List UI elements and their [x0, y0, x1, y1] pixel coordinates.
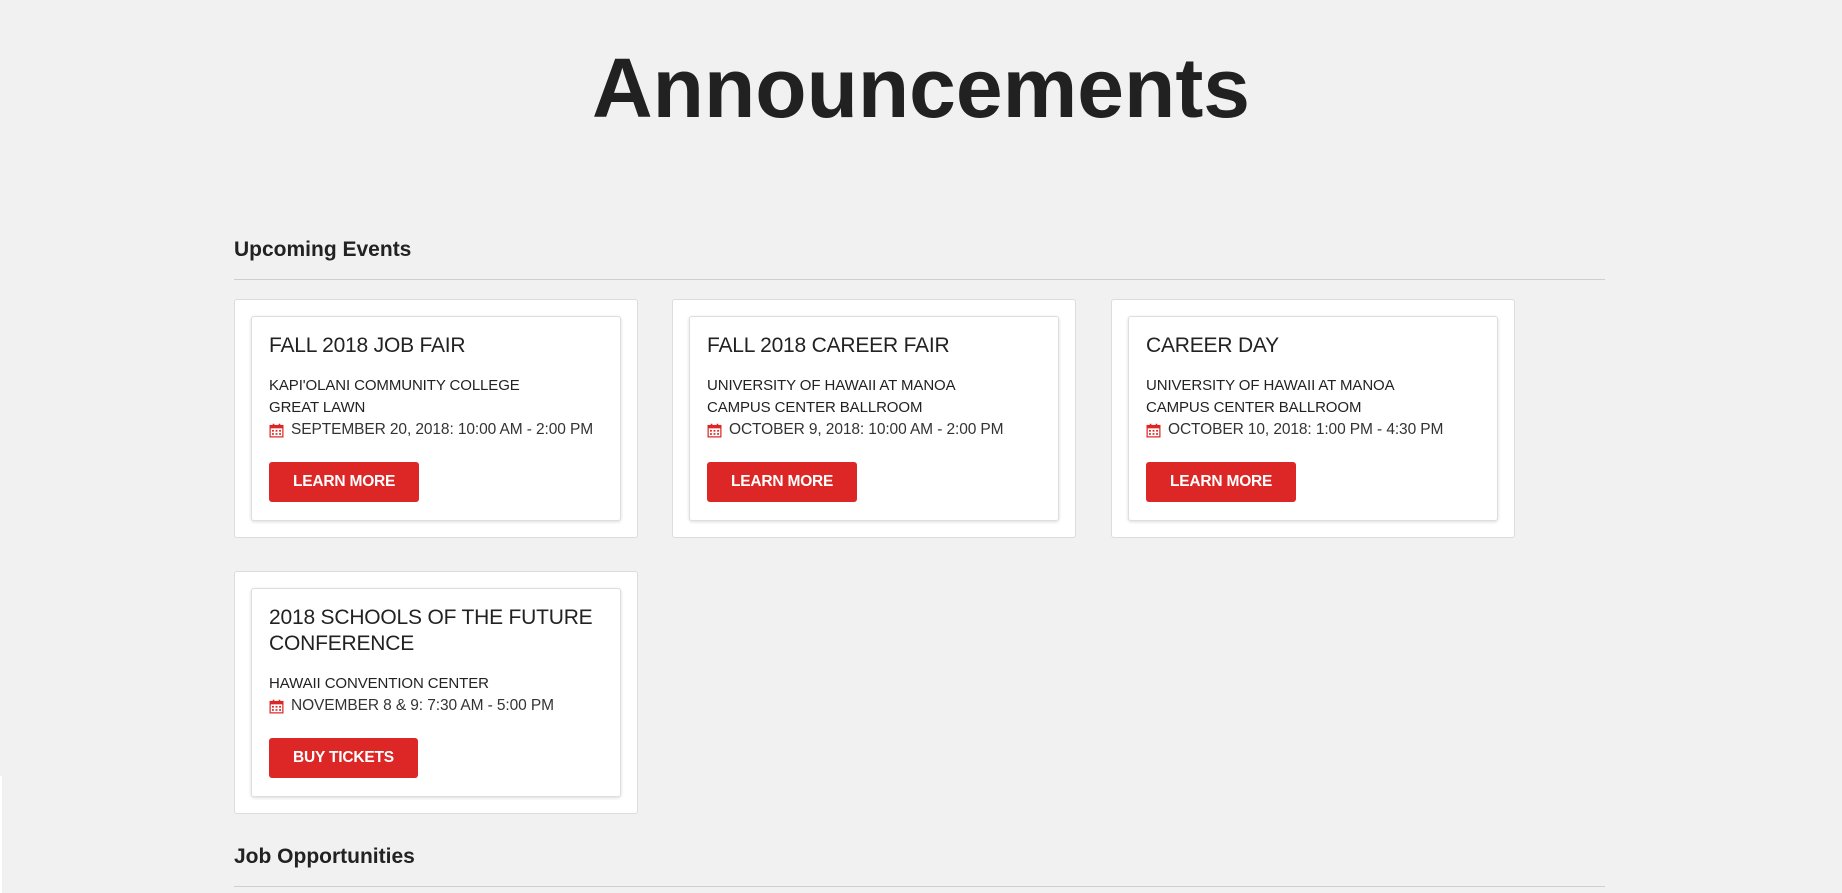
event-date-text: OCTOBER 9, 2018: 10:00 AM - 2:00 PM: [729, 421, 1004, 438]
event-card-fall-2018-job-fair: FALL 2018 JOB FAIR KAPI'OLANI COMMUNITY …: [234, 299, 638, 538]
event-date: SEPTEMBER 20, 2018: 10:00 AM - 2:00 PM: [269, 419, 604, 441]
upcoming-events-divider: [234, 279, 1605, 280]
event-venue-line: UNIVERSITY OF HAWAII AT MANOA: [1146, 377, 1395, 394]
event-card-fall-2018-career-fair: FALL 2018 CAREER FAIR UNIVERSITY OF HAWA…: [672, 299, 1076, 538]
event-venue: UNIVERSITY OF HAWAII AT MANOA CAMPUS CEN…: [1146, 375, 1481, 419]
learn-more-button[interactable]: LEARN MORE: [707, 462, 858, 502]
learn-more-button[interactable]: LEARN MORE: [1146, 462, 1297, 502]
event-venue: UNIVERSITY OF HAWAII AT MANOA CAMPUS CEN…: [707, 375, 1042, 419]
calendar-icon: [269, 699, 284, 713]
page-edge-strip: [0, 776, 2, 893]
buy-tickets-button[interactable]: BUY TICKETS: [269, 738, 418, 778]
calendar-icon: [707, 423, 722, 437]
learn-more-button[interactable]: LEARN MORE: [269, 462, 420, 502]
event-date-text: NOVEMBER 8 & 9: 7:30 AM - 5:00 PM: [291, 697, 554, 714]
event-venue-line: CAMPUS CENTER BALLROOM: [1146, 399, 1362, 416]
event-date-text: OCTOBER 10, 2018: 1:00 PM - 4:30 PM: [1168, 421, 1444, 438]
calendar-icon: [1146, 423, 1161, 437]
event-venue-line: GREAT LAWN: [269, 399, 366, 416]
event-title: 2018 SCHOOLS OF THE FUTURE CONFERENCE: [269, 606, 593, 655]
event-date: NOVEMBER 8 & 9: 7:30 AM - 5:00 PM: [269, 695, 604, 717]
job-opportunities-divider: [234, 886, 1605, 887]
event-card-content: CAREER DAY UNIVERSITY OF HAWAII AT MANOA…: [1128, 316, 1498, 521]
upcoming-events-heading: Upcoming Events: [234, 238, 412, 261]
event-venue-line: CAMPUS CENTER BALLROOM: [707, 399, 923, 416]
event-title: CAREER DAY: [1146, 334, 1279, 357]
event-venue-line: KAPI'OLANI COMMUNITY COLLEGE: [269, 377, 520, 394]
event-date: OCTOBER 9, 2018: 10:00 AM - 2:00 PM: [707, 419, 1042, 441]
event-title: FALL 2018 JOB FAIR: [269, 334, 466, 357]
event-card-content: FALL 2018 CAREER FAIR UNIVERSITY OF HAWA…: [689, 316, 1059, 521]
event-card-career-day: CAREER DAY UNIVERSITY OF HAWAII AT MANOA…: [1111, 299, 1515, 538]
event-date: OCTOBER 10, 2018: 1:00 PM - 4:30 PM: [1146, 419, 1481, 441]
job-opportunities-heading: Job Opportunities: [234, 845, 415, 868]
event-card-content: 2018 SCHOOLS OF THE FUTURE CONFERENCE HA…: [251, 588, 621, 797]
event-venue-line: HAWAII CONVENTION CENTER: [269, 675, 489, 692]
event-venue: HAWAII CONVENTION CENTER: [269, 673, 604, 695]
event-title: FALL 2018 CAREER FAIR: [707, 334, 950, 357]
event-card-schools-of-the-future: 2018 SCHOOLS OF THE FUTURE CONFERENCE HA…: [234, 571, 638, 814]
event-venue: KAPI'OLANI COMMUNITY COLLEGE GREAT LAWN: [269, 375, 604, 419]
event-venue-line: UNIVERSITY OF HAWAII AT MANOA: [707, 377, 956, 394]
page-title: Announcements: [591, 41, 1251, 135]
event-date-text: SEPTEMBER 20, 2018: 10:00 AM - 2:00 PM: [291, 421, 594, 438]
event-card-content: FALL 2018 JOB FAIR KAPI'OLANI COMMUNITY …: [251, 316, 621, 521]
calendar-icon: [269, 423, 284, 437]
